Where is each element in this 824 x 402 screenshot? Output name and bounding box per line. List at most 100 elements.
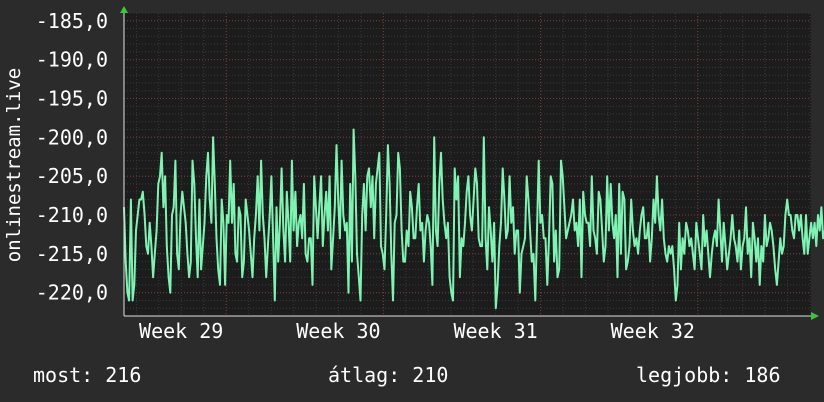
data-point [394, 222, 396, 224]
data-point [202, 245, 204, 247]
data-point [503, 198, 505, 201]
data-point [275, 206, 278, 208]
data-point [706, 229, 708, 232]
data-point [580, 276, 583, 278]
data-point [363, 183, 365, 185]
stat-average: átlag: 210 [328, 363, 449, 387]
data-point [697, 237, 699, 239]
data-point [365, 229, 367, 232]
data-point [138, 198, 140, 201]
data-point [414, 237, 416, 239]
data-point [654, 222, 656, 224]
data-point [524, 237, 526, 239]
data-point [534, 299, 536, 302]
data-point [277, 261, 279, 263]
data-point [704, 245, 706, 247]
data-point [438, 183, 440, 185]
data-point [755, 261, 757, 263]
data-point [257, 175, 259, 177]
data-point [315, 206, 317, 208]
data-point [233, 183, 235, 185]
data-point [627, 261, 629, 263]
data-point [635, 237, 638, 239]
data-point [546, 284, 548, 286]
data-point [197, 276, 199, 278]
data-point [594, 237, 596, 239]
data-point [683, 253, 685, 255]
data-point [263, 237, 266, 239]
data-point [724, 245, 727, 247]
data-point [577, 245, 579, 247]
data-point [164, 175, 166, 177]
data-point [812, 237, 814, 239]
data-point [366, 175, 368, 177]
data-point [514, 253, 516, 255]
data-point [310, 237, 312, 239]
data-point [337, 198, 339, 201]
data-point [378, 152, 380, 154]
data-point [397, 152, 399, 154]
data-point [700, 268, 703, 270]
data-point [250, 253, 252, 255]
data-point [457, 175, 459, 177]
data-point [308, 237, 310, 239]
data-point [370, 206, 372, 208]
data-point [473, 198, 475, 201]
data-point [779, 237, 781, 239]
data-point [413, 237, 415, 239]
data-point [771, 229, 773, 232]
data-point [395, 214, 398, 216]
data-point [476, 183, 478, 185]
data-point [440, 152, 442, 154]
data-point [294, 191, 296, 193]
data-point [522, 245, 524, 247]
data-point [474, 167, 476, 169]
data-point [750, 276, 752, 278]
data-point [239, 214, 242, 216]
data-point [694, 268, 696, 270]
data-point [820, 206, 823, 208]
data-point [668, 245, 670, 247]
data-point [658, 214, 660, 216]
data-point [260, 160, 262, 162]
data-point [377, 167, 379, 169]
data-point [553, 261, 555, 263]
data-point [188, 276, 190, 278]
data-point [738, 229, 740, 232]
data-point [520, 253, 523, 255]
data-point [245, 198, 247, 201]
data-point [454, 167, 456, 169]
data-point [603, 261, 605, 263]
data-point [305, 253, 307, 255]
data-point [462, 245, 464, 247]
data-point [651, 237, 653, 239]
data-point [592, 229, 595, 232]
data-point [383, 268, 386, 270]
data-point [361, 214, 363, 216]
data-point [226, 214, 228, 216]
data-point [407, 245, 410, 247]
data-point [675, 299, 677, 302]
data-point [562, 175, 564, 177]
data-point [430, 245, 432, 247]
data-point [544, 237, 547, 239]
data-point [185, 222, 187, 224]
data-point [241, 276, 243, 278]
data-point [550, 175, 552, 177]
data-point [327, 229, 329, 232]
data-point [186, 253, 188, 255]
data-point [467, 175, 469, 177]
data-point [150, 245, 152, 247]
data-point [745, 206, 747, 208]
data-point [219, 284, 221, 286]
data-point [632, 229, 634, 232]
data-point [772, 245, 775, 247]
data-point [168, 276, 170, 278]
data-point [685, 222, 687, 224]
data-point [517, 229, 519, 232]
data-point [171, 214, 173, 216]
data-point [497, 284, 499, 286]
data-point [673, 268, 675, 270]
data-point [639, 229, 641, 232]
stat-best: legjobb: 186 [636, 363, 781, 387]
